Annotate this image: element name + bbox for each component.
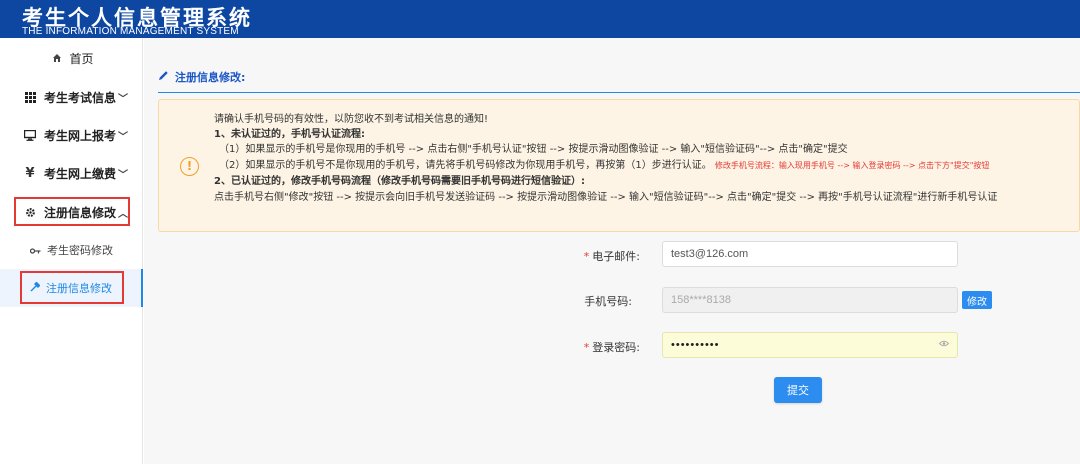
sidebar-item-exam-info[interactable]: 考生考试信息 ﹀ <box>0 78 143 116</box>
chevron-down-icon: ﹀ <box>118 169 129 181</box>
email-field[interactable]: test3@126.com <box>662 241 958 267</box>
grid-icon <box>22 91 38 103</box>
key-icon <box>29 244 41 257</box>
home-icon <box>49 53 65 63</box>
monitor-icon <box>22 129 38 141</box>
sidebar-item-label: 考生网上报考 <box>44 128 117 143</box>
warning-icon: ! <box>180 157 199 176</box>
notice-box: ! 请确认手机号码的有效性，以防您收不到考试相关信息的通知! 1、未认证过的，手… <box>158 99 1080 232</box>
phone-label-text: 手机号码: <box>584 295 632 308</box>
phone-label: 手机号码: <box>512 293 632 309</box>
notice-line: （2）如果显示的手机号不是你现用的手机号，请先将手机号码修改为你现用手机号，再按… <box>219 156 989 171</box>
sidebar-item-label: 考生考试信息 <box>44 90 117 105</box>
required-mark: * <box>583 341 590 354</box>
phone-field: 158****8138 <box>662 287 958 313</box>
app-subtitle: THE INFORMATION MANAGEMENT SYSTEM <box>22 26 239 37</box>
notice-line: 2、已认证过的，修改手机号码流程（修改手机号码需要旧手机号码进行短信验证）: <box>214 176 585 187</box>
email-label: * 电子邮件: <box>520 248 640 264</box>
modify-phone-button[interactable]: 修改 <box>962 291 992 309</box>
main-content: 注册信息修改: ! 请确认手机号码的有效性，以防您收不到考试相关信息的通知! 1… <box>144 38 1080 464</box>
notice-line: 点击手机号右侧"修改"按钮 --> 按提示会向旧手机号发送验证码 --> 按提示… <box>214 192 998 203</box>
sidebar-item-home[interactable]: 首页 <box>0 38 143 78</box>
chevron-down-icon: ﹀ <box>118 131 129 143</box>
sidebar: 首页 考生考试信息 ﹀ 考生网上报考 ﹀ ¥ 考生网上缴费 ﹀ 注册信息修改 ︿… <box>0 38 143 464</box>
section-title: 注册信息修改: <box>158 69 245 85</box>
chevron-down-icon: ﹀ <box>118 93 129 105</box>
highlight-box <box>20 271 124 304</box>
password-label: * 登录密码: <box>520 339 640 355</box>
highlight-box <box>14 197 130 226</box>
sidebar-item-label: 考生密码修改 <box>47 244 113 257</box>
sidebar-item-label: 首页 <box>69 51 94 66</box>
notice-text: （2）如果显示的手机号不是你现用的手机号，请先将手机号码修改为你现用手机号，再按… <box>219 160 712 171</box>
sidebar-item-label: 考生网上缴费 <box>44 166 117 181</box>
password-value: •••••••••• <box>671 339 720 351</box>
notice-line: 1、未认证过的，手机号认证流程: <box>214 129 365 140</box>
password-field[interactable]: •••••••••• <box>662 332 958 358</box>
eye-icon[interactable] <box>938 340 950 350</box>
sidebar-subitem-password[interactable]: 考生密码修改 <box>0 231 143 269</box>
required-mark: * <box>583 250 590 263</box>
phone-value: 158****8138 <box>671 294 731 306</box>
notice-red-text: 修改手机号流程：输入现用手机号 --> 输入登录密码 --> 点击下方"提交"按… <box>714 161 990 170</box>
password-label-text: 登录密码: <box>592 341 640 354</box>
email-value: test3@126.com <box>671 248 749 260</box>
pencil-icon <box>158 70 169 84</box>
divider <box>158 92 1080 93</box>
email-label-text: 电子邮件: <box>592 250 640 263</box>
notice-line: （1）如果显示的手机号是你现用的手机号 --> 点击右侧"手机号认证"按钮 --… <box>219 144 848 155</box>
yen-icon: ¥ <box>25 165 35 181</box>
sidebar-item-online-register[interactable]: 考生网上报考 ﹀ <box>0 116 143 154</box>
sidebar-item-online-payment[interactable]: ¥ 考生网上缴费 ﹀ <box>0 154 143 192</box>
notice-line: 请确认手机号码的有效性，以防您收不到考试相关信息的通知! <box>214 114 489 125</box>
app-header: 考生个人信息管理系统 THE INFORMATION MANAGEMENT SY… <box>0 0 1080 38</box>
submit-button[interactable]: 提交 <box>774 377 822 403</box>
section-title-text: 注册信息修改: <box>175 71 246 84</box>
